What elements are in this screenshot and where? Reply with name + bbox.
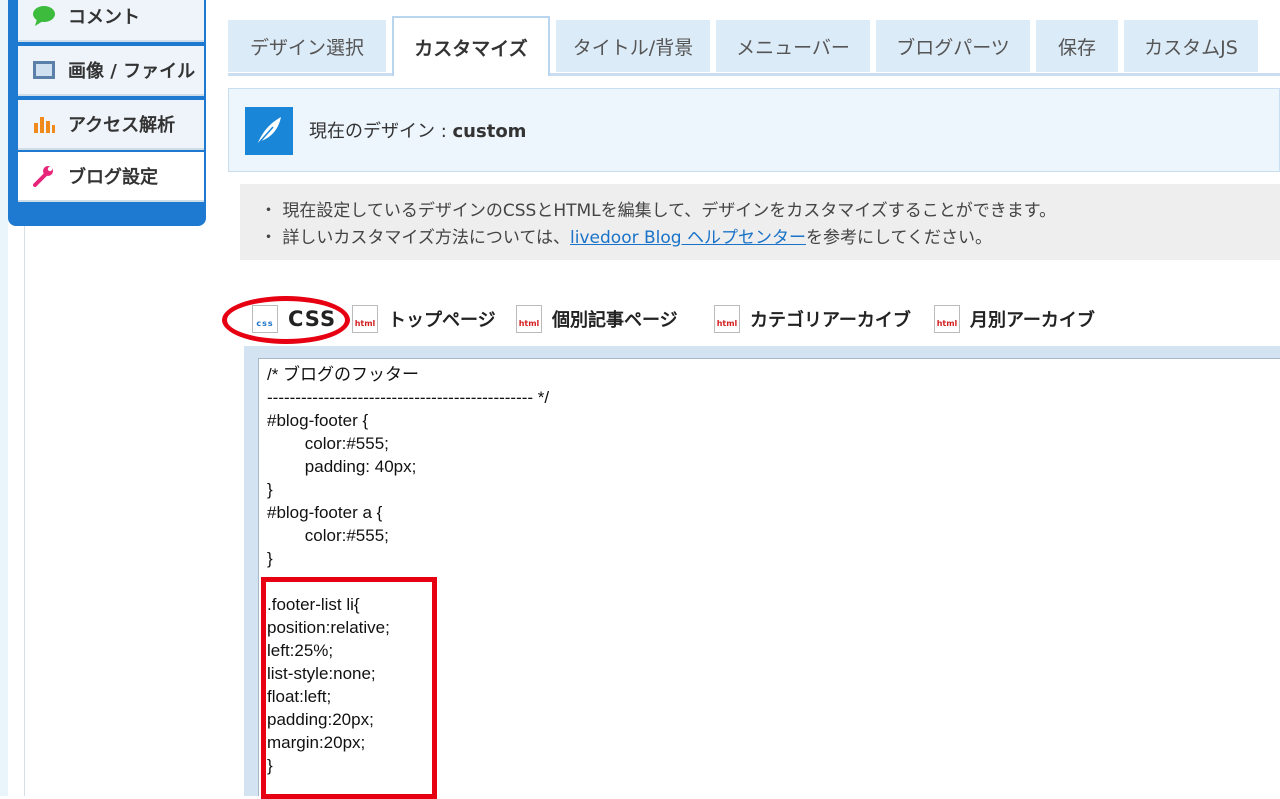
file-tab-article-page[interactable]: html 個別記事ページ: [516, 304, 678, 334]
file-tab-monthly-archive[interactable]: html 月別アーカイブ: [934, 304, 1095, 334]
wrench-icon: [32, 165, 56, 187]
file-tab-top-page[interactable]: html トップページ: [352, 304, 496, 334]
info-line-1: ・ 現在設定しているデザインのCSSとHTMLを編集して、デザインをカスタマイズ…: [260, 201, 1057, 221]
current-design-panel: 現在のデザイン : custom: [228, 88, 1280, 172]
code-highlight-box: [261, 577, 437, 799]
sidebar-item-image[interactable]: 画像 / ファイル: [18, 46, 204, 96]
comment-icon: [32, 5, 56, 27]
css-editor[interactable]: /* ブログのフッター ----------------------------…: [244, 346, 1280, 799]
sidebar-item-label: アクセス解析: [68, 115, 176, 136]
file-tab-label: カテゴリアーカイブ: [750, 310, 911, 331]
feather-icon: [245, 107, 293, 155]
html-file-icon: html: [714, 305, 740, 333]
file-tab-label: CSS: [288, 307, 337, 331]
current-design-name: custom: [452, 121, 527, 142]
sidebar-item-analytics[interactable]: アクセス解析: [18, 100, 204, 150]
file-tab-label: 個別記事ページ: [552, 310, 678, 331]
tab-customize[interactable]: カスタマイズ: [392, 16, 550, 76]
bar-chart-icon: [32, 113, 56, 135]
file-tab-label: 月別アーカイブ: [970, 310, 1095, 331]
tab-bar: デザイン選択 カスタマイズ タイトル/背景 メニューバー ブログパーツ 保存 カ…: [228, 16, 1280, 76]
file-tab-css[interactable]: css CSS: [252, 304, 336, 334]
tab-save[interactable]: 保存: [1036, 20, 1118, 72]
sidebar-item-blog-settings[interactable]: ブログ設定: [18, 152, 204, 202]
tab-menu-bar[interactable]: メニューバー: [716, 20, 870, 72]
html-file-icon: html: [352, 305, 378, 333]
sidebar-item-comment[interactable]: コメント: [18, 0, 204, 42]
tab-design-select[interactable]: デザイン選択: [228, 20, 386, 72]
info-line-2: ・ 詳しいカスタマイズ方法については、livedoor Blog ヘルプセンター…: [260, 228, 992, 248]
code-block-footer: /* ブログのフッター ----------------------------…: [267, 365, 550, 568]
file-tab-label: トップページ: [388, 310, 496, 331]
tab-custom-js[interactable]: カスタムJS: [1124, 20, 1258, 72]
html-file-icon: html: [934, 305, 960, 333]
html-file-icon: html: [516, 305, 542, 333]
info-box: ・ 現在設定しているデザインのCSSとHTMLを編集して、デザインをカスタマイズ…: [240, 184, 1280, 260]
help-center-link[interactable]: livedoor Blog ヘルプセンター: [570, 228, 806, 248]
sidebar-item-label: 画像 / ファイル: [68, 61, 196, 82]
file-tab-category-archive[interactable]: html カテゴリアーカイブ: [714, 304, 911, 334]
file-tabs: css CSS html トップページ html 個別記事ページ html カテ…: [222, 294, 1280, 344]
current-design-label: 現在のデザイン : custom: [309, 121, 527, 142]
tab-title-background[interactable]: タイトル/背景: [556, 20, 710, 72]
left-gutter: [0, 0, 8, 796]
css-file-icon: css: [252, 305, 278, 333]
css-editor-textarea[interactable]: /* ブログのフッター ----------------------------…: [258, 358, 1280, 799]
left-divider: [24, 226, 25, 796]
tab-blog-parts[interactable]: ブログパーツ: [876, 20, 1030, 72]
sidebar-item-label: コメント: [68, 7, 140, 28]
sidebar: コメント 画像 / ファイル アクセス解析 ブログ設定: [8, 0, 206, 226]
image-icon: [32, 59, 56, 81]
sidebar-item-label: ブログ設定: [68, 167, 158, 188]
